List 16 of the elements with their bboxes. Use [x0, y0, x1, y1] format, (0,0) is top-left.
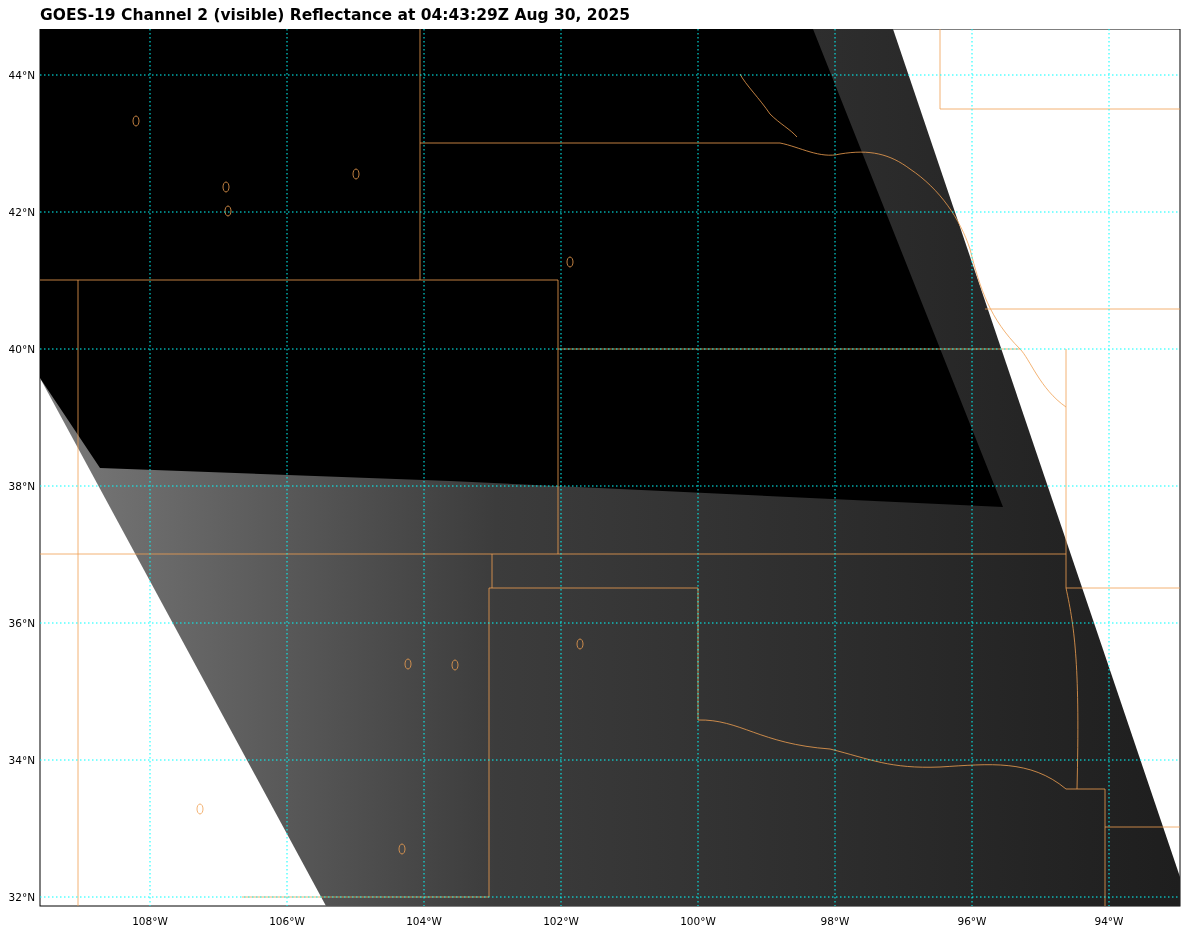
latitude-label: 42°N: [8, 206, 35, 218]
longitude-label: 96°W: [957, 915, 987, 927]
latitude-label: 38°N: [8, 480, 35, 492]
latitude-label: 36°N: [8, 617, 35, 629]
plot-title: GOES-19 Channel 2 (visible) Reflectance at 04:43:29Z Aug 30, 2025: [40, 4, 630, 26]
longitude-label: 98°W: [820, 915, 850, 927]
latitude-label: 34°N: [8, 754, 35, 766]
latitude-label: 40°N: [8, 343, 35, 355]
latitude-label: 44°N: [8, 69, 35, 81]
longitude-label: 106°W: [269, 915, 305, 927]
longitude-label: 94°W: [1094, 915, 1124, 927]
longitude-label: 102°W: [543, 915, 579, 927]
longitude-label: 108°W: [132, 915, 168, 927]
longitude-label: 100°W: [680, 915, 716, 927]
longitude-label: 104°W: [406, 915, 442, 927]
latitude-label: 32°N: [8, 891, 35, 903]
